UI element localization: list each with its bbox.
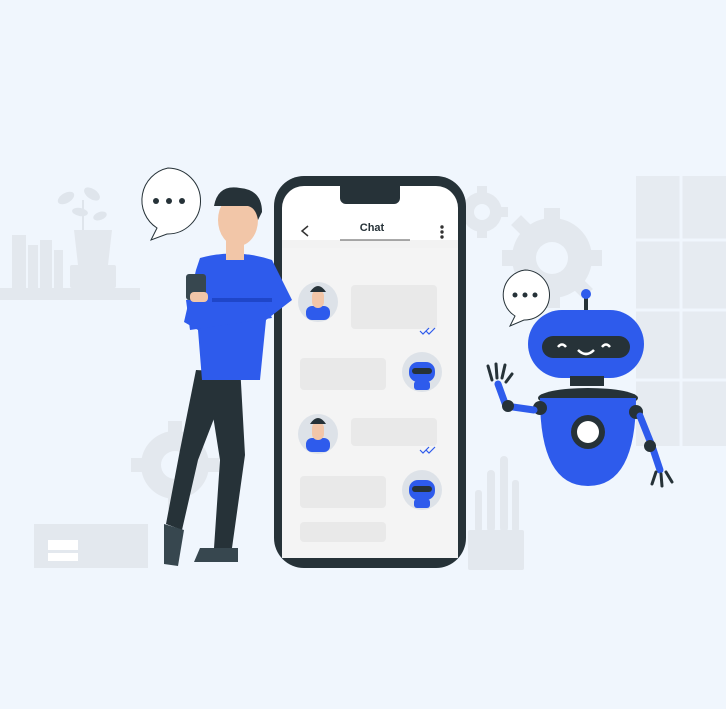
more-vertical-icon[interactable] [440,225,444,239]
desk-box [34,524,148,568]
speech-bubble-icon [141,167,201,241]
shelf [0,230,140,300]
chat-message-bot [300,522,386,542]
plant-pot [468,456,524,570]
chat-title: Chat [359,222,385,234]
person-icon [164,187,292,566]
chat-message-bot [300,352,442,392]
illustration: Chat [0,0,726,709]
plant-leaves [57,187,107,230]
chat-message-bot [300,470,442,510]
scene-svg [0,167,726,570]
